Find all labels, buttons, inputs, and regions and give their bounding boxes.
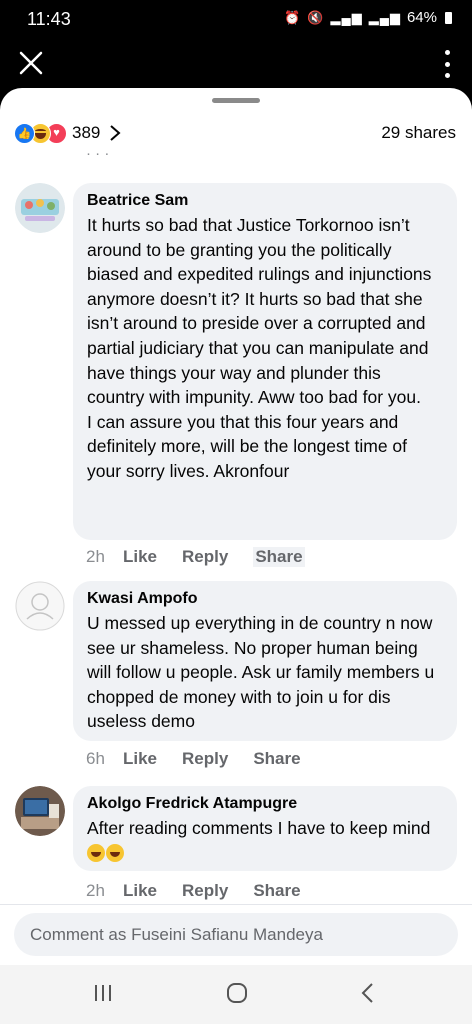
comment-time[interactable]: 2h (86, 881, 123, 901)
comment-composer: Comment as Fuseini Safianu Mandeya (0, 904, 472, 965)
status-icons: ⏰ 🔇 ▂▄▆ ▂▄▆ 64% (284, 9, 452, 26)
drag-handle[interactable] (212, 98, 260, 103)
chevron-right-icon[interactable] (108, 124, 122, 142)
close-icon[interactable] (18, 50, 44, 76)
comment-author[interactable]: Kwasi Ampofo (87, 590, 443, 608)
battery-icon (445, 11, 452, 24)
share-button[interactable]: Share (253, 881, 300, 901)
reaction-icons: 👍 ♥ (14, 122, 67, 144)
reaction-count: 389 (72, 123, 101, 142)
like-reaction-icon: 👍 (14, 122, 35, 144)
wifi-signal-icon: ▂▄▆ (368, 9, 401, 25)
recent-apps-icon[interactable] (93, 982, 113, 1004)
battery-level: 64% (406, 9, 437, 26)
laughing-emoji-icon (87, 843, 105, 862)
alarm-icon: ⏰ (284, 9, 302, 25)
like-button[interactable]: Like (123, 881, 157, 901)
comment-bubble[interactable]: Kwasi Ampofo U messed up everything in d… (73, 581, 457, 741)
laughing-emoji-icon (106, 843, 124, 862)
comment-author[interactable]: Akolgo Fredrick Atampugre (87, 795, 443, 813)
comment-text: After reading comments I have to keep mi… (87, 818, 431, 838)
share-button[interactable]: Share (253, 749, 300, 769)
comment-author[interactable]: Beatrice Sam (87, 192, 443, 210)
comment-text-line: After reading comments I have to keep mi… (87, 816, 443, 865)
back-icon[interactable] (360, 982, 376, 1004)
comment-time[interactable]: 6h (86, 749, 123, 769)
like-button[interactable]: Like (123, 547, 157, 567)
comment-actions: 2h Like Reply Share (86, 547, 330, 567)
comment-text: It hurts so bad that Justice Torkornoo i… (87, 215, 432, 481)
comment-actions: 6h Like Reply Share (86, 749, 326, 769)
share-button[interactable]: Share (253, 547, 305, 567)
avatar[interactable] (15, 786, 65, 836)
comment-bubble[interactable]: Beatrice Sam It hurts so bad that Justic… (73, 183, 457, 540)
comment-input[interactable]: Comment as Fuseini Safianu Mandeya (14, 913, 458, 956)
reaction-summary[interactable]: 👍 ♥ 389 29 shares (14, 118, 456, 148)
reply-button[interactable]: Reply (182, 547, 228, 567)
comment-text: U messed up everything in de country n n… (87, 613, 440, 732)
shares-count[interactable]: 29 shares (381, 123, 456, 143)
home-icon[interactable] (226, 982, 248, 1004)
comment-time[interactable]: 2h (86, 547, 123, 567)
reply-button[interactable]: Reply (182, 749, 228, 769)
more-options-icon[interactable] (444, 50, 450, 78)
mute-icon: 🔇 (307, 9, 325, 25)
signal-icon: ▂▄▆ (330, 9, 363, 25)
reply-button[interactable]: Reply (182, 881, 228, 901)
avatar[interactable] (15, 581, 65, 631)
status-time: 11:43 (27, 9, 71, 29)
status-bar: 11:43 ⏰ 🔇 ▂▄▆ ▂▄▆ 64% (0, 0, 472, 38)
avatar[interactable] (15, 183, 65, 233)
comment-bubble[interactable]: Akolgo Fredrick Atampugre After reading … (73, 786, 457, 871)
previous-comment-actions: · · · (86, 152, 151, 162)
comment-actions: 2h Like Reply Share (86, 881, 326, 901)
system-navigation-bar (0, 965, 472, 1024)
comments-sheet: 👍 ♥ 389 29 shares · · · Beatrice Sam It … (0, 88, 472, 965)
like-button[interactable]: Like (123, 749, 157, 769)
